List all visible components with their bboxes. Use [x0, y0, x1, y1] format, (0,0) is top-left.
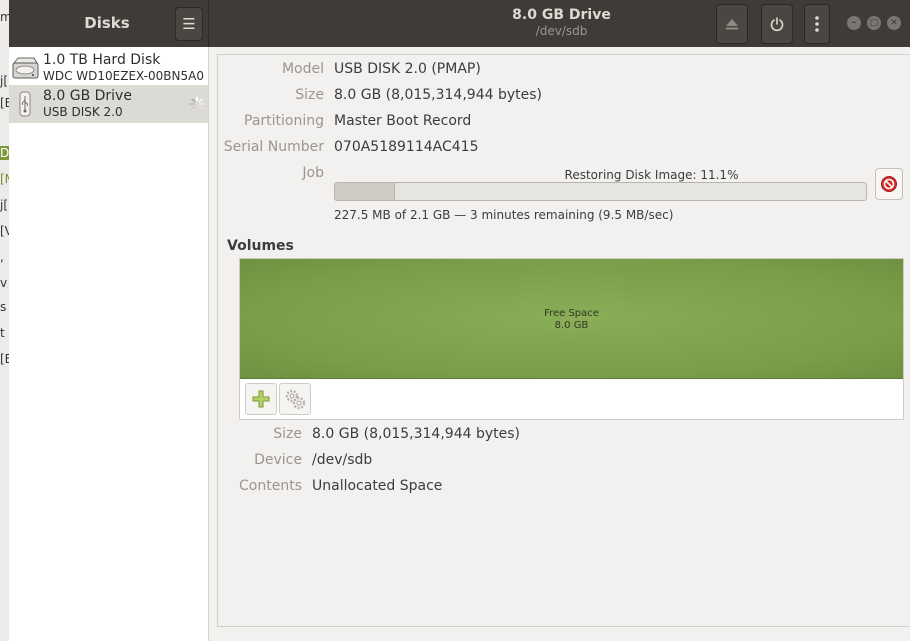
eject-icon: [726, 19, 738, 30]
volume-size-label: Size: [273, 426, 302, 442]
contents-value: Unallocated Space: [312, 478, 443, 494]
background-text-fragment: ,: [0, 250, 4, 264]
drive-subtitle: /dev/sdb: [535, 24, 588, 38]
free-space-name: Free Space: [544, 308, 599, 319]
close-icon: ✕: [890, 18, 898, 28]
job-detail: 227.5 MB of 2.1 GB — 3 minutes remaining…: [334, 208, 674, 222]
job-progress-bar: [334, 182, 867, 201]
drive-details-pane: Model USB DISK 2.0 (PMAP) Size 8.0 GB (8…: [209, 47, 910, 641]
minimize-button[interactable]: –: [847, 16, 861, 30]
background-text-fragment: [V: [0, 224, 9, 238]
vertical-dots-icon: [815, 16, 819, 32]
partitioning-label: Partitioning: [244, 113, 324, 129]
job-label: Job: [302, 165, 324, 181]
volume-size-value: 8.0 GB (8,015,314,944 bytes): [312, 426, 520, 442]
drive-list-item[interactable]: 1.0 TB Hard Disk WDC WD10EZEX-00BN5A0: [9, 49, 208, 87]
busy-spinner-icon: [189, 96, 205, 112]
background-text-fragment: m: [0, 10, 9, 24]
cancel-icon: [881, 176, 897, 192]
cancel-job-button[interactable]: [875, 168, 903, 200]
close-button[interactable]: ✕: [887, 16, 901, 30]
background-text-fragment: [E: [0, 352, 9, 366]
job-progress-fill: [335, 183, 395, 200]
app-menu-button[interactable]: ☰: [175, 7, 203, 41]
background-text-fragment: D: [0, 146, 10, 160]
serial-number-value: 070A5189114AC415: [334, 139, 479, 155]
add-partition-icon: [252, 390, 270, 408]
maximize-icon: □: [869, 18, 879, 28]
hard-disk-icon: [12, 57, 39, 79]
drive-name: 8.0 GB Drive: [43, 88, 132, 104]
maximize-button[interactable]: □: [867, 16, 881, 30]
model-value: USB DISK 2.0 (PMAP): [334, 61, 481, 77]
drive-details-frame: Model USB DISK 2.0 (PMAP) Size 8.0 GB (8…: [217, 54, 910, 627]
usb-drive-icon: [19, 91, 31, 117]
model-label: Model: [281, 61, 324, 77]
contents-label: Contents: [239, 478, 302, 494]
device-label: Device: [254, 452, 302, 468]
minimize-icon: –: [851, 18, 857, 28]
serial-number-label: Serial Number: [223, 139, 324, 155]
drive-options-button[interactable]: [804, 4, 830, 44]
background-text-fragment: j[: [0, 198, 9, 212]
device-value: /dev/sdb: [312, 452, 373, 468]
gears-icon: [285, 389, 306, 410]
power-off-button[interactable]: [761, 4, 793, 44]
partitioning-value: Master Boot Record: [334, 113, 472, 129]
background-text-fragment: v: [0, 276, 8, 290]
background-text-fragment: [M: [0, 172, 9, 186]
background-text-fragment: s: [0, 300, 7, 314]
header-bar: Disks ☰ 8.0 GB Drive /dev/sdb – □ ✕: [9, 0, 910, 47]
job-title: Restoring Disk Image: 11.1%: [564, 168, 739, 182]
free-space-block[interactable]: Free Space 8.0 GB: [240, 259, 903, 379]
volumes-heading: Volumes: [227, 238, 294, 254]
create-partition-button[interactable]: [245, 383, 277, 415]
power-icon: [770, 17, 784, 32]
size-value: 8.0 GB (8,015,314,944 bytes): [334, 87, 542, 103]
background-text-fragment: [E: [0, 96, 9, 110]
sidebar-header: Disks ☰: [9, 0, 209, 47]
drive-name: 1.0 TB Hard Disk: [43, 52, 161, 68]
drive-model: WDC WD10EZEX-00BN5A0: [43, 69, 204, 83]
background-text-fragment: t: [0, 326, 5, 340]
background-text-fragment: j[: [0, 74, 9, 88]
free-space-size: 8.0 GB: [554, 320, 589, 331]
hamburger-menu-icon: ☰: [182, 15, 196, 33]
drive-model: USB DISK 2.0: [43, 105, 123, 119]
disks-window: Disks ☰ 8.0 GB Drive /dev/sdb – □ ✕ 1.0 …: [9, 0, 910, 641]
size-label: Size: [295, 87, 324, 103]
drive-title: 8.0 GB Drive: [512, 7, 611, 23]
eject-button[interactable]: [716, 4, 748, 44]
drive-list: 1.0 TB Hard Disk WDC WD10EZEX-00BN5A0 8.…: [9, 47, 209, 641]
window-title-area: 8.0 GB Drive /dev/sdb: [429, 6, 694, 38]
partition-options-button[interactable]: [279, 383, 311, 415]
volumes-map: Free Space 8.0 GB: [239, 258, 904, 420]
drive-list-item[interactable]: 8.0 GB Drive USB DISK 2.0: [9, 85, 208, 123]
